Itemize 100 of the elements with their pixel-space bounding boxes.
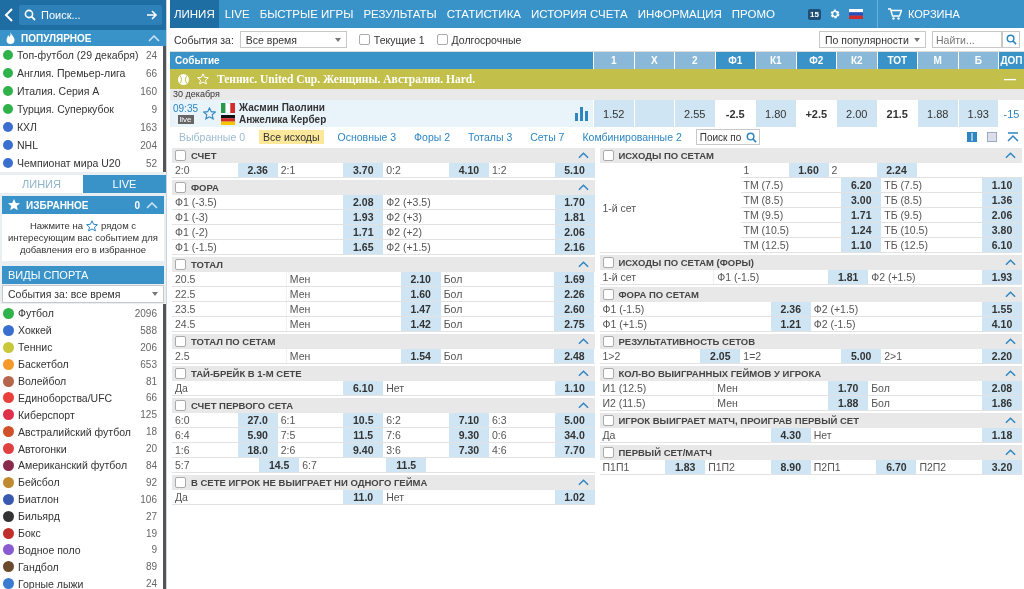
market-tab[interactable]: Основные 3 [333,130,401,144]
odds-cell[interactable]: 1.65 [343,240,384,254]
odds-cell[interactable]: 7.70 [554,443,595,457]
odds-cell[interactable]: 2.00 [836,100,877,127]
odds-cell[interactable]: 1.81 [828,270,869,284]
odds-cell[interactable]: 2.26 [554,287,595,301]
odds-cell[interactable]: 34.0 [554,428,595,442]
odds-cell[interactable]: 2.36 [770,302,811,316]
more-markets-link[interactable]: -15 [998,100,1024,127]
odds-cell[interactable]: 2.06 [982,208,1022,222]
odds-cell[interactable]: 3.20 [982,460,1022,474]
odds-cell[interactable]: 1.93 [343,210,384,224]
period-select[interactable]: События за: все время [2,285,164,303]
odds-cell[interactable]: 3.00 [841,193,882,207]
odds-cell[interactable]: 2.24 [876,163,917,177]
league-item[interactable]: Англия. Премьер-лига 66 [0,64,163,82]
sport-item[interactable]: Гандбол 89 [0,558,163,576]
sort-select[interactable]: По популярности [819,31,926,48]
odds-cell[interactable]: 6.20 [841,178,882,192]
odds-cell[interactable]: 1.60 [400,287,441,301]
odds-cell[interactable]: 2.06 [554,225,595,239]
odds-cell[interactable]: 14.5 [259,458,300,472]
odds-cell[interactable]: 1.21 [770,317,811,331]
odds-cell[interactable]: 4.30 [770,428,811,442]
league-item[interactable]: NHL 204 [0,136,163,154]
market-tab[interactable]: Комбинированные 2 [578,130,686,144]
odds-cell[interactable]: 2.08 [343,195,384,209]
odds-cell[interactable]: 1.71 [841,208,882,222]
odds-cell[interactable]: 1.88 [828,396,869,410]
odds-cell[interactable]: 5.00 [554,413,595,427]
market-tab[interactable]: Форы 2 [410,130,455,144]
odds-cell[interactable]: 6.10 [343,381,384,395]
sport-item[interactable]: Единоборства/UFC 66 [0,389,163,407]
odds-cell[interactable]: 1.47 [400,302,441,316]
odds-cell[interactable]: 10.5 [343,413,384,427]
league-item[interactable]: Турция. Суперкубок 9 [0,100,163,118]
odds-cell[interactable]: 1.18 [982,428,1022,442]
odds-cell[interactable]: 1.60 [788,163,829,177]
odds-cell[interactable]: 27.0 [237,413,278,427]
sport-item[interactable]: Хоккей 588 [0,321,163,339]
sport-item[interactable]: Австралийский футбол 18 [0,423,163,441]
odds-cell[interactable]: 1.10 [982,178,1022,192]
odds-cell[interactable]: 1.93 [957,100,998,127]
team-name[interactable]: Анжелика Кербер [239,114,327,125]
odds-cell[interactable]: 1.80 [755,100,796,127]
sport-item[interactable]: Бокс 19 [0,524,163,542]
odds-cell[interactable]: 9.30 [448,428,489,442]
sport-item[interactable]: Американский футбол 84 [0,457,163,474]
sport-item[interactable]: Футбол 2096 [0,305,163,322]
odds-cell[interactable]: 2.16 [554,240,595,254]
odds-cell[interactable]: 1.71 [343,225,384,239]
odds-cell[interactable]: 1.83 [665,460,706,474]
odds-cell[interactable]: 1.02 [554,490,595,504]
sport-item[interactable]: Бильярд 27 [0,507,163,525]
sport-item[interactable]: Автогонки 20 [0,440,163,457]
odds-cell[interactable]: 5.10 [554,163,595,177]
odds-cell[interactable]: 7.10 [448,413,489,427]
odds-cell[interactable]: 11.5 [386,458,427,472]
odds-cell[interactable]: 1.55 [982,302,1022,316]
market-tab[interactable]: Тоталы 3 [464,130,517,144]
odds-cell[interactable]: 1.24 [841,223,882,237]
sport-item[interactable]: Биатлон 106 [0,490,163,508]
odds-cell[interactable]: 11.5 [343,428,384,442]
odds-cell[interactable]: 1.93 [982,270,1022,284]
period-select[interactable]: Все время [239,31,347,48]
odds-cell[interactable]: 9.40 [343,443,384,457]
odds-cell[interactable]: 1.42 [400,317,441,331]
calendar-badge[interactable]: 15 [808,8,821,20]
odds-cell[interactable]: 7.30 [448,443,489,457]
odds-cell[interactable]: 1.70 [554,195,595,209]
odds-cell[interactable]: 1.52 [593,100,634,127]
nav-tab[interactable]: ЛИНИЯ [170,0,219,28]
odds-cell[interactable]: 3.80 [982,223,1022,237]
odds-cell[interactable]: 18.0 [237,443,278,457]
odds-cell[interactable]: 1.81 [554,210,595,224]
event-row[interactable]: 09:35 live Жасмин Паолини Анжелика Кербер 1.52 2.55 -2.5 1.80 +2.5 2.00 21.5 1.88 1.93 -15 [170,100,1024,127]
odds-cell[interactable]: 2.60 [554,302,595,316]
odds-cell[interactable]: 1.69 [554,272,595,286]
odds-cell[interactable]: 1.10 [841,238,882,252]
sport-item[interactable]: Бейсбол 92 [0,473,163,491]
odds-cell[interactable]: 2.75 [554,317,595,331]
league-item[interactable]: КХЛ 163 [0,118,163,136]
search-field[interactable]: Поиск... [19,5,162,25]
odds-cell[interactable]: 3.70 [343,163,384,177]
odds-cell[interactable]: 1.36 [982,193,1022,207]
market-search-field[interactable]: Поиск по [695,129,760,145]
league-item[interactable]: Чемпионат мира U20 52 [0,154,163,172]
odds-cell[interactable]: 4.10 [448,163,489,177]
market-tab[interactable]: Сеты 7 [526,130,569,144]
league-item[interactable]: Топ-футбол (29 декабря) 24 [0,46,163,64]
odds-cell[interactable]: 5.90 [237,428,278,442]
sport-item[interactable]: Теннис 206 [0,338,163,356]
odds-cell[interactable]: 6.70 [876,460,917,474]
odds-cell[interactable]: 1.10 [554,381,595,395]
odds-cell[interactable]: 4.10 [982,317,1022,331]
odds-cell[interactable]: 2.20 [982,349,1022,363]
odds-cell[interactable]: 11.0 [343,490,384,504]
odds-cell[interactable]: 2.55 [674,100,715,127]
sport-item[interactable]: Горные лыжи 24 [0,575,163,589]
sport-item[interactable]: Волейбол 81 [0,372,163,390]
